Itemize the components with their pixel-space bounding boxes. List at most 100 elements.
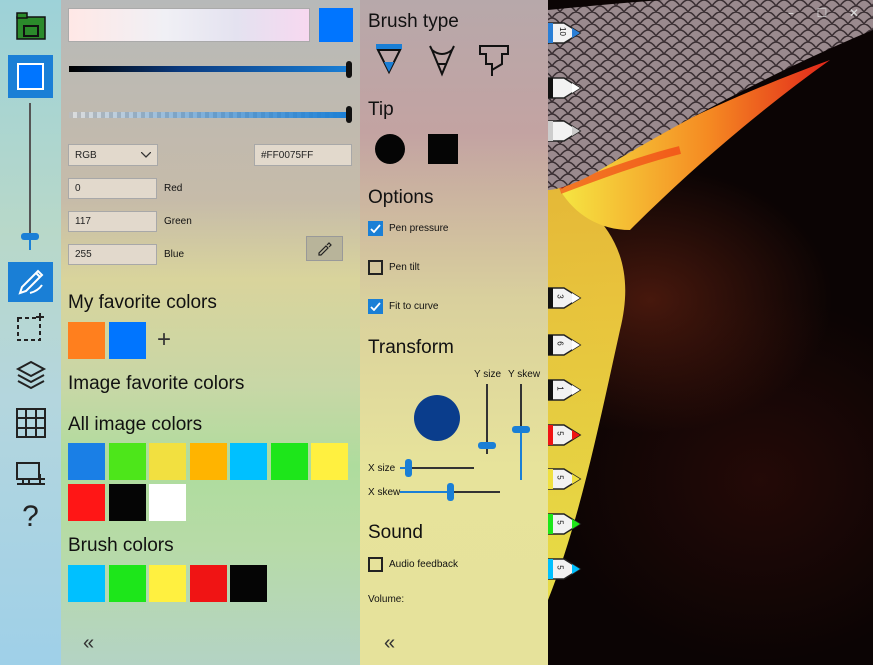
y-skew-fill bbox=[520, 430, 522, 480]
square-tip-button[interactable] bbox=[428, 134, 458, 164]
fit-to-curve-checkbox[interactable] bbox=[368, 299, 383, 314]
hue-slider-track[interactable] bbox=[69, 66, 350, 72]
image-color-swatch[interactable] bbox=[68, 443, 105, 480]
image-color-swatch[interactable] bbox=[230, 443, 267, 480]
canvas-size-button[interactable] bbox=[8, 450, 53, 490]
x-size-thumb[interactable] bbox=[405, 459, 412, 477]
minimize-button[interactable]: – bbox=[775, 0, 807, 26]
green-input[interactable]: 117 bbox=[68, 211, 157, 232]
brush-panel: Brush type Tip Options Pen pressure Pen … bbox=[360, 0, 548, 665]
pen-brush-button[interactable] bbox=[374, 42, 404, 78]
pen-brush-icon bbox=[376, 44, 402, 75]
pencil-brush-icon bbox=[429, 45, 455, 77]
canvas-brush-marker[interactable]: 1 bbox=[547, 377, 586, 403]
marker-brush-icon bbox=[479, 45, 509, 76]
brush-size-label: 1 bbox=[555, 386, 565, 391]
brush-size-label: 5 bbox=[555, 520, 565, 525]
pen-tilt-checkbox[interactable] bbox=[368, 260, 383, 275]
pencil-brush-button[interactable] bbox=[427, 44, 457, 78]
alpha-slider-fill bbox=[69, 112, 350, 118]
marker-brush-button[interactable] bbox=[478, 44, 510, 78]
pen-tilt-label: Pen tilt bbox=[389, 262, 420, 273]
blue-value: 255 bbox=[75, 249, 92, 260]
image-color-swatch[interactable] bbox=[108, 484, 146, 521]
brush-icon bbox=[17, 269, 43, 295]
brush-button[interactable] bbox=[8, 262, 53, 302]
image-color-swatch[interactable] bbox=[189, 443, 227, 480]
color-mode-dropdown[interactable]: RGB bbox=[68, 144, 158, 166]
gallery-button[interactable] bbox=[8, 6, 53, 46]
all-image-colors-title: All image colors bbox=[68, 414, 203, 435]
maximize-button[interactable]: ☐ bbox=[806, 0, 838, 26]
red-input[interactable]: 0 bbox=[68, 178, 157, 199]
blue-input[interactable]: 255 bbox=[68, 244, 157, 265]
round-tip-button[interactable] bbox=[375, 134, 405, 164]
x-skew-thumb[interactable] bbox=[447, 483, 454, 501]
brush-size-label: 6 bbox=[555, 341, 565, 346]
canvas-brush-marker[interactable]: 5 bbox=[547, 422, 586, 448]
layers-button[interactable] bbox=[8, 355, 53, 395]
canvas-brush-marker[interactable]: 5 bbox=[547, 466, 586, 492]
close-button[interactable]: ✕ bbox=[838, 0, 870, 26]
pen-pressure-checkbox[interactable] bbox=[368, 221, 383, 236]
grid-button[interactable] bbox=[8, 403, 53, 443]
current-color-button[interactable] bbox=[8, 55, 53, 98]
image-favorites-title: Image favorite colors bbox=[68, 373, 245, 394]
brush-color-swatch[interactable] bbox=[68, 565, 105, 602]
brush-color-swatch[interactable] bbox=[108, 565, 146, 602]
pencil-icon bbox=[547, 77, 582, 99]
favorite-color-swatch[interactable] bbox=[109, 322, 146, 359]
help-button[interactable]: ? bbox=[8, 497, 53, 537]
canvas-brush-marker[interactable]: 5 bbox=[547, 556, 586, 582]
canvas-brush-marker[interactable] bbox=[547, 118, 586, 144]
canvas-brush-marker[interactable]: 10 bbox=[547, 20, 586, 46]
image-color-swatch[interactable] bbox=[149, 443, 186, 480]
fit-to-curve-label: Fit to curve bbox=[389, 301, 439, 312]
eyedropper-button[interactable] bbox=[306, 236, 343, 261]
canvas-brush-marker[interactable] bbox=[547, 75, 586, 101]
color-spectrum[interactable] bbox=[68, 8, 310, 42]
brush-size-label: 5 bbox=[555, 475, 565, 480]
selection-button[interactable] bbox=[8, 308, 53, 348]
alpha-slider-thumb[interactable] bbox=[346, 106, 352, 123]
add-favorite-button[interactable]: + bbox=[157, 326, 171, 354]
brush-color-swatch[interactable] bbox=[189, 565, 227, 602]
my-favorites-title: My favorite colors bbox=[68, 292, 217, 313]
brush-type-title: Brush type bbox=[368, 11, 459, 32]
canvas-brush-marker[interactable]: 5 bbox=[547, 511, 586, 537]
help-icon: ? bbox=[22, 500, 39, 533]
canvas-size-icon bbox=[15, 462, 45, 485]
brush-size-label: 3 bbox=[555, 294, 565, 299]
y-size-thumb[interactable] bbox=[478, 442, 496, 449]
favorite-color-swatch[interactable] bbox=[68, 322, 105, 359]
x-skew-label: X skew bbox=[368, 487, 401, 498]
brush-color-swatch[interactable] bbox=[149, 565, 186, 602]
pencil-icon bbox=[547, 468, 582, 490]
hex-input[interactable]: #FF0075FF bbox=[254, 144, 352, 166]
collapse-brush-panel-button[interactable]: « bbox=[384, 632, 395, 655]
collapse-color-panel-button[interactable]: « bbox=[83, 632, 94, 655]
canvas-brush-marker[interactable]: 6 bbox=[547, 332, 586, 358]
pencil-icon bbox=[547, 120, 582, 142]
image-color-swatch[interactable] bbox=[68, 484, 105, 521]
y-skew-label: Y skew bbox=[508, 369, 541, 380]
current-color-preview bbox=[319, 8, 353, 42]
canvas-brush-marker[interactable]: 3 bbox=[547, 285, 586, 311]
pencil-icon bbox=[547, 424, 582, 446]
y-skew-thumb[interactable] bbox=[512, 426, 530, 433]
image-color-swatch[interactable] bbox=[108, 443, 146, 480]
brush-color-swatch[interactable] bbox=[230, 565, 267, 602]
layers-icon bbox=[15, 360, 46, 390]
gallery-icon bbox=[15, 12, 46, 40]
brush-size-thumb[interactable] bbox=[21, 233, 39, 240]
image-color-swatch[interactable] bbox=[311, 443, 348, 480]
audio-feedback-checkbox[interactable] bbox=[368, 557, 383, 572]
pencil-icon bbox=[547, 22, 582, 44]
red-value: 0 bbox=[75, 183, 81, 194]
brush-size-label: 5 bbox=[555, 431, 565, 436]
image-color-swatch[interactable] bbox=[270, 443, 308, 480]
check-icon bbox=[370, 302, 381, 311]
hue-slider-thumb[interactable] bbox=[346, 61, 352, 78]
image-color-swatch[interactable] bbox=[149, 484, 186, 521]
tip-title: Tip bbox=[368, 99, 394, 120]
